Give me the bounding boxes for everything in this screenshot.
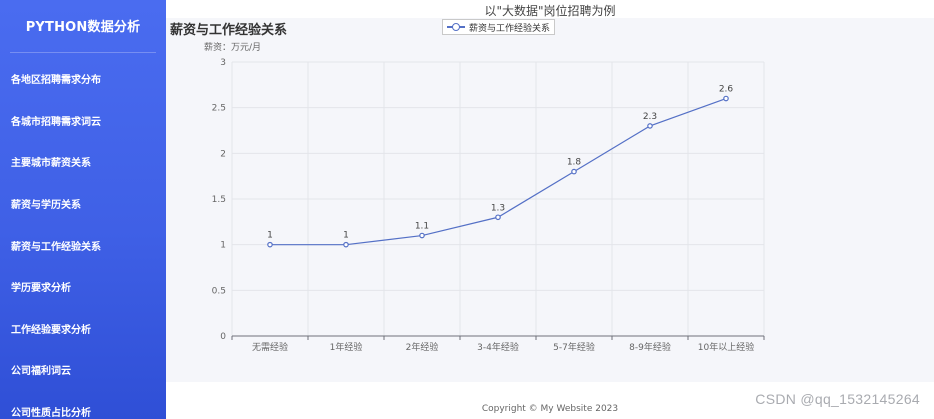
x-tick-label: 3-4年经验 (477, 341, 519, 353)
sidebar-item-company-type[interactable]: 公司性质占比分析 (0, 391, 166, 419)
data-point (571, 168, 577, 175)
sidebar-item-experience-analysis[interactable]: 工作经验要求分析 (0, 308, 166, 350)
data-point (419, 232, 425, 239)
y-tick-label: 3 (220, 58, 226, 68)
sidebar-item-education-analysis[interactable]: 学历要求分析 (0, 266, 166, 308)
sidebar-nav: 各地区招聘需求分布 各城市招聘需求词云 主要城市薪资关系 薪资与学历关系 薪资与… (0, 58, 166, 419)
data-label: 1.1 (415, 222, 429, 232)
data-point (647, 123, 653, 129)
data-point (267, 241, 273, 248)
sidebar-item-salary-education[interactable]: 薪资与学历关系 (0, 183, 166, 225)
sidebar-item-region-demand[interactable]: 各地区招聘需求分布 (0, 58, 166, 100)
x-tick-label: 10年以上经验 (698, 341, 754, 353)
data-point (723, 95, 729, 102)
line-chart: 0 0.5 1 1.5 2 2.5 3 无需经验 1年经验 2年经验 3-4年经验 5-7年经验 8-9… (212, 58, 765, 353)
sidebar: PYTHON数据分析 各地区招聘需求分布 各城市招聘需求词云 主要城市薪资关系 … (0, 0, 166, 419)
data-point (343, 241, 349, 248)
sidebar-item-city-wordcloud[interactable]: 各城市招聘需求词云 (0, 100, 166, 142)
y-tick-label: 1 (220, 241, 226, 251)
y-tick-label: 0.5 (212, 286, 226, 296)
y-tick-label: 2 (220, 149, 226, 159)
data-point (495, 214, 501, 221)
y-tick-label: 2.5 (212, 104, 226, 114)
sidebar-divider (10, 52, 156, 53)
data-label: 1.3 (491, 203, 505, 213)
brand-title[interactable]: PYTHON数据分析 (0, 16, 166, 35)
data-label: 1.8 (567, 158, 582, 168)
data-label: 2.6 (719, 85, 734, 95)
watermark: CSDN @qq_1532145264 (755, 391, 920, 407)
page: PYTHON数据分析 各地区招聘需求分布 各城市招聘需求词云 主要城市薪资关系 … (0, 0, 934, 419)
sidebar-item-city-salary[interactable]: 主要城市薪资关系 (0, 141, 166, 183)
series-line (270, 97, 727, 246)
x-tick-label: 2年经验 (406, 341, 439, 353)
y-tick-label: 0 (220, 332, 226, 342)
data-label: 1 (267, 231, 273, 241)
data-label: 2.3 (643, 112, 657, 122)
x-tick-label: 1年经验 (330, 341, 363, 353)
x-tick-label: 无需经验 (252, 341, 288, 353)
sidebar-item-benefits-wordcloud[interactable]: 公司福利词云 (0, 349, 166, 391)
y-tick-label: 1.5 (212, 195, 226, 205)
data-label: 1 (343, 231, 349, 241)
x-tick-label: 8-9年经验 (629, 341, 671, 353)
sidebar-item-salary-experience[interactable]: 薪资与工作经验关系 (0, 224, 166, 266)
x-tick-label: 5-7年经验 (553, 341, 595, 353)
